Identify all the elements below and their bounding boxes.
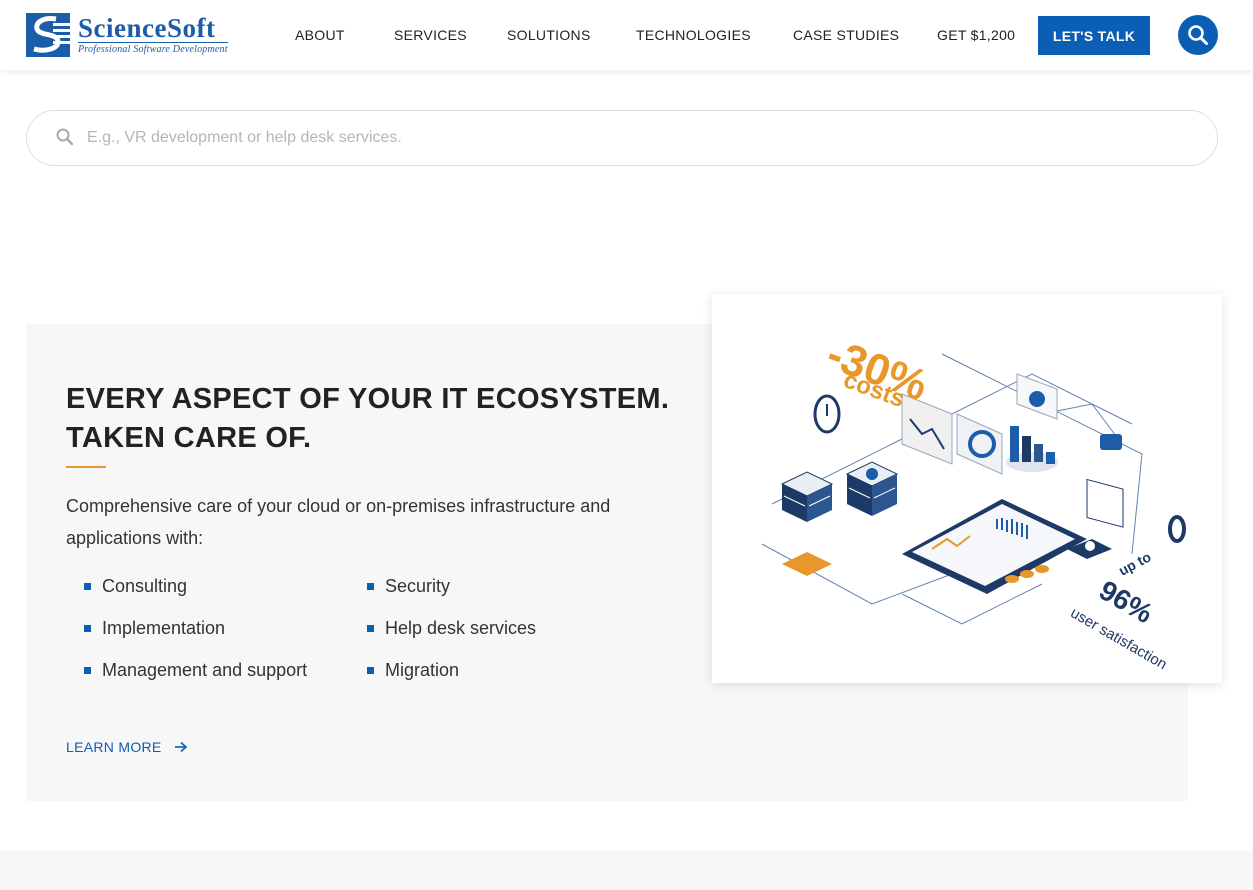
nav-get-1200[interactable]: GET $1,200 [937, 27, 1015, 43]
satisfaction-prefix: up to [1116, 548, 1154, 578]
search-icon [1188, 25, 1208, 45]
nav-solutions[interactable]: SOLUTIONS [507, 27, 591, 43]
search-input[interactable] [87, 119, 1187, 157]
search-icon [56, 128, 74, 146]
nav-technologies[interactable]: TECHNOLOGIES [636, 27, 751, 43]
list-item: Help desk services [367, 618, 536, 639]
server-stack-icon [780, 471, 834, 522]
list-item-label: Security [385, 576, 451, 596]
nav-services[interactable]: SERVICES [394, 27, 467, 43]
bullet-icon [367, 667, 374, 674]
list-item-label: Implementation [102, 618, 226, 638]
bullet-icon [84, 625, 91, 632]
list-item-label: Help desk services [385, 618, 537, 638]
section-heading: EVERY ASPECT OF YOUR IT ECOSYSTEM. TAKEN… [66, 380, 686, 458]
puzzle-piece-icon [782, 552, 832, 576]
list-item-label: Consulting [102, 576, 188, 596]
site-search-bar [26, 110, 1218, 166]
list-item: Implementation [84, 618, 225, 639]
logo-tagline: Professional Software Development [78, 42, 228, 55]
calendar-icon [1086, 478, 1124, 528]
section-intro: Comprehensive care of your cloud or on-p… [66, 496, 611, 548]
video-player-icon [1016, 373, 1058, 420]
bullet-icon [84, 667, 91, 674]
server-stack-icon [845, 461, 899, 516]
logo-mark-icon [26, 12, 70, 57]
bullet-icon [84, 583, 91, 590]
sciencesoft-logo[interactable]: ScienceSoft Professional Software Develo… [26, 12, 242, 57]
header-search-button[interactable] [1178, 15, 1218, 55]
list-item: Migration [367, 660, 459, 681]
tablet-icon [902, 499, 1087, 594]
nav-case-studies[interactable]: CASE STUDIES [793, 27, 899, 43]
clock-icon [813, 394, 841, 434]
isometric-infographic: -30% costs up to 96% user satisfaction [761, 329, 1186, 673]
it-ecosystem-illustration: -30% costs up to 96% user satisfaction [712, 294, 1222, 683]
bullet-icon [367, 583, 374, 590]
bar-chart-icon [1006, 426, 1058, 472]
list-item-label: Migration [385, 660, 460, 680]
list-item-label: Management and support [102, 660, 308, 680]
learn-more-label: LEARN MORE [66, 739, 162, 755]
link-icon [1168, 515, 1186, 543]
arrow-right-icon [174, 741, 187, 753]
bullet-icon [367, 625, 374, 632]
heading-line-1: EVERY ASPECT OF YOUR IT ECOSYSTEM. [66, 383, 670, 415]
list-item: Management and support [84, 660, 307, 681]
heading-accent-divider [66, 466, 106, 468]
lets-talk-button[interactable]: LET'S TALK [1038, 16, 1150, 55]
nav-about[interactable]: ABOUT [295, 27, 345, 43]
list-item: Security [367, 576, 450, 597]
site-header: ScienceSoft Professional Software Develo… [0, 0, 1253, 70]
learn-more-link[interactable]: LEARN MORE [66, 739, 188, 755]
next-section-band [0, 851, 1253, 890]
heading-line-2: TAKEN CARE OF. [66, 422, 312, 454]
logo-name: ScienceSoft [78, 13, 216, 43]
chat-bubble-icon [1100, 434, 1122, 450]
list-item: Consulting [84, 576, 187, 597]
